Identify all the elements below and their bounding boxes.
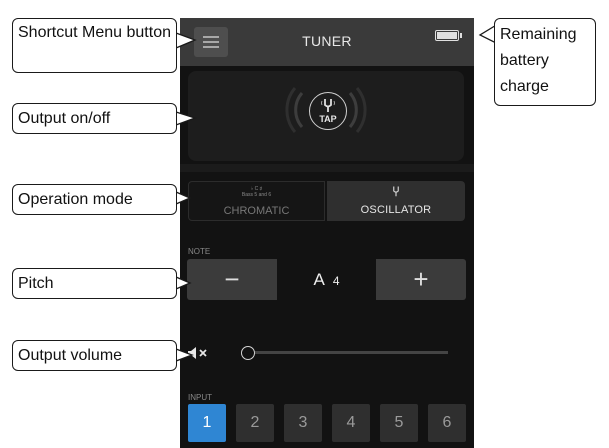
callout-pitch: Pitch — [12, 268, 177, 299]
callout-output-onoff: Output on/off — [12, 103, 177, 134]
callout-remaining-battery: Remaining battery charge — [494, 18, 596, 106]
callout-operation-mode: Operation mode — [12, 184, 177, 215]
callout-shortcut-menu: Shortcut Menu button — [12, 18, 177, 73]
callout-output-volume: Output volume — [12, 340, 177, 371]
